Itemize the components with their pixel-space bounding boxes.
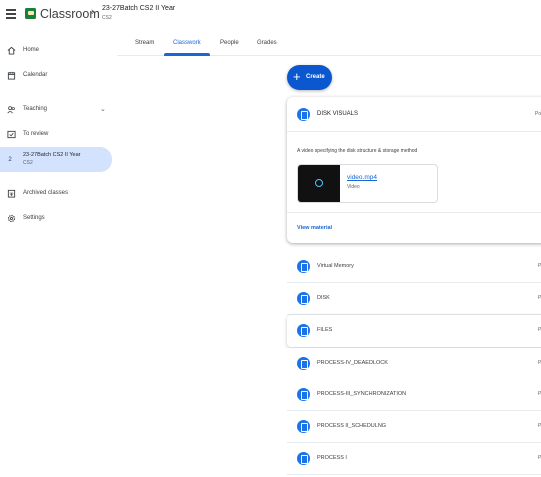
classroom-logo-icon[interactable]	[25, 8, 36, 19]
material-icon	[297, 357, 310, 370]
sidebar-item-calendar[interactable]: Calendar	[0, 63, 112, 87]
sidebar-item-label: Archived classes	[23, 190, 69, 196]
material-card-expanded[interactable]: DISK VISUALS Po A video specifying the d…	[287, 97, 541, 243]
material-icon	[297, 452, 310, 465]
sidebar: Home Calendar Teaching ⌄ To review 2 23-…	[0, 34, 117, 477]
plus-icon: +	[293, 69, 301, 84]
material-row[interactable]: Virtual Memory P	[287, 251, 541, 283]
material-icon	[297, 324, 310, 337]
divider	[287, 212, 541, 213]
breadcrumb-class-section: CS2	[102, 15, 112, 21]
video-thumbnail[interactable]	[298, 165, 340, 202]
attachment-type: Video	[347, 184, 360, 190]
posted-date: Po	[535, 111, 541, 117]
material-icon	[297, 292, 310, 305]
material-row[interactable]: DISK P	[287, 283, 541, 315]
sidebar-item-teaching[interactable]: Teaching ⌄	[0, 97, 112, 121]
material-title: Virtual Memory	[317, 263, 354, 269]
sidebar-item-label: Calendar	[23, 72, 48, 78]
chevron-down-icon[interactable]: ⌄	[100, 105, 106, 113]
home-icon	[7, 46, 16, 55]
attachment-name[interactable]: video.mp4	[347, 174, 377, 181]
class-subtitle: CS2	[23, 160, 33, 166]
sidebar-item-label: Settings	[23, 215, 45, 221]
chevron-right-icon: ›	[91, 6, 95, 18]
material-icon	[297, 108, 310, 121]
gear-icon	[7, 214, 16, 222]
material-description: A video specifying the disk structure & …	[297, 148, 418, 154]
breadcrumb-class-name[interactable]: 23-27Batch CS2 II Year	[102, 5, 175, 12]
calendar-icon	[7, 71, 16, 80]
material-title: FILES	[317, 327, 333, 333]
menu-icon[interactable]	[6, 9, 16, 19]
tab-grades[interactable]: Grades	[257, 40, 277, 46]
material-row[interactable]: PROCESS-IV_DEAEDLOCK P	[287, 348, 541, 380]
sidebar-item-settings[interactable]: Settings	[0, 206, 112, 230]
sidebar-item-archived-classes[interactable]: Archived classes	[0, 181, 112, 205]
top-app-bar: Classroom › 23-27Batch CS2 II Year CS2	[0, 0, 541, 34]
material-title: DISK	[317, 295, 330, 301]
attachment-chip[interactable]: video.mp4 Video	[297, 164, 438, 203]
sidebar-item-label: Home	[23, 47, 40, 53]
material-row[interactable]: PROCESS I P	[287, 443, 541, 475]
play-icon	[315, 179, 323, 187]
tab-people[interactable]: People	[220, 40, 239, 46]
material-title: PROCESS-III_SYNCHRONIZATION	[317, 391, 407, 397]
material-icon	[297, 260, 310, 273]
material-row[interactable]: PROCESS-III_SYNCHRONIZATION P	[287, 379, 541, 411]
class-title: 23-27Batch CS2 II Year	[23, 152, 81, 158]
review-icon	[7, 130, 16, 138]
people-icon	[7, 105, 15, 113]
material-title: PROCESS-IV_DEAEDLOCK	[317, 360, 388, 366]
divider	[287, 131, 541, 132]
sidebar-item-home[interactable]: Home	[0, 38, 112, 62]
tab-classwork[interactable]: Classwork	[173, 40, 201, 46]
material-title[interactable]: DISK VISUALS	[317, 111, 358, 117]
material-icon	[297, 420, 310, 433]
sidebar-item-label: Teaching	[23, 106, 48, 112]
sidebar-item-to-review[interactable]: To review	[0, 122, 112, 146]
create-button[interactable]: + Create	[287, 65, 332, 90]
sidebar-item-class[interactable]: 2 23-27Batch CS2 II Year CS2	[0, 147, 112, 172]
material-icon	[297, 388, 310, 401]
archive-icon	[7, 189, 16, 198]
create-button-label: Create	[306, 74, 325, 80]
material-title: PROCESS II_SCHEDULNG	[317, 423, 387, 429]
sidebar-item-label: To review	[23, 131, 49, 137]
class-avatar: 2	[8, 156, 12, 163]
view-material-link[interactable]: View material	[297, 225, 332, 231]
material-row[interactable]: PROCESS II_SCHEDULNG P	[287, 411, 541, 443]
active-tab-indicator	[164, 53, 210, 56]
material-title: PROCESS I	[317, 455, 347, 461]
tab-stream[interactable]: Stream	[135, 40, 154, 46]
material-row[interactable]: FILES P	[287, 315, 541, 347]
